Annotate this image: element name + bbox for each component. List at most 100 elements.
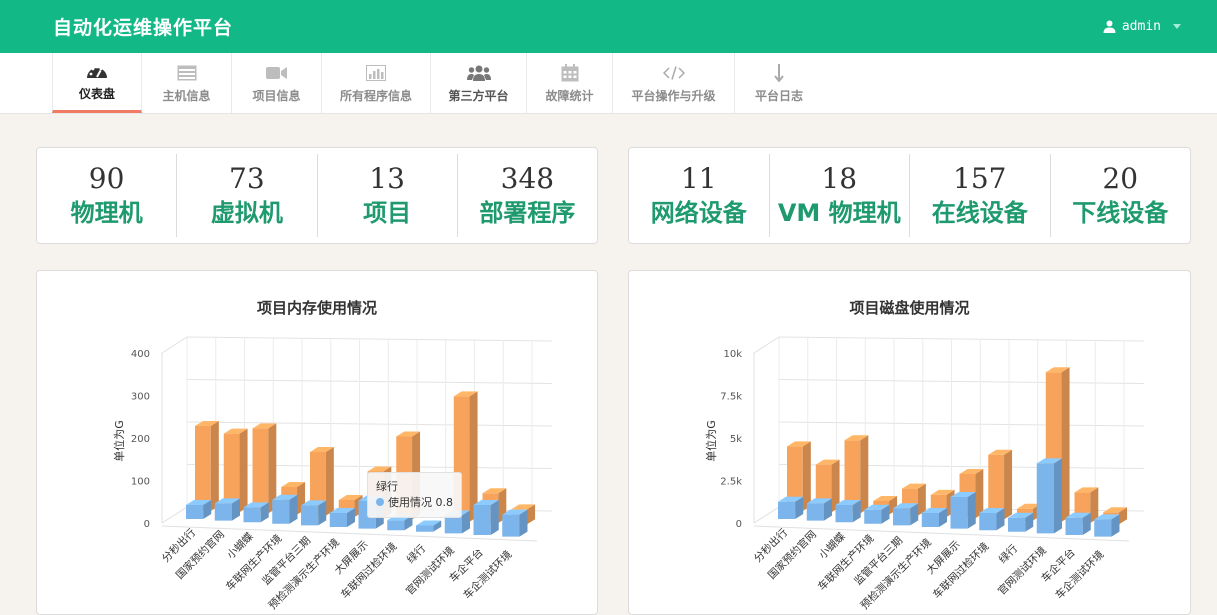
nav-platform-ops[interactable]: 平台操作与升级 [613,53,735,113]
bar-series1 [921,513,939,527]
memory-usage-chart[interactable]: 0100200300400单位为G分秒出行国家预约官网小蝴蝶车联网生产环境监管平… [37,271,598,615]
stat-label: 项目 [363,198,412,227]
stat-vm-physical[interactable]: 18 VM 物理机 [770,154,910,237]
bar-series1 [214,503,232,521]
y-axis-title: 单位为G [704,420,718,462]
dashboard-icon [86,61,108,81]
bar-series1 [329,513,347,527]
nav-projects[interactable]: 项目信息 [232,53,322,113]
stat-value: 13 [369,161,405,195]
nav-programs[interactable]: 所有程序信息 [322,53,431,113]
bar-series1 [272,499,290,524]
stat-deployed-programs[interactable]: 348 部署程序 [458,154,597,237]
bar-series1 [778,501,796,519]
stat-physical-machines[interactable]: 90 物理机 [37,154,178,237]
y-tick-label: 200 [131,434,150,445]
stat-projects[interactable]: 13 项目 [318,154,458,237]
grid-line [778,336,1145,342]
bar-series1 [387,520,405,531]
nav-label: 所有程序信息 [339,88,412,103]
users-group-icon [466,63,491,83]
y-tick-label: 400 [131,349,150,360]
stat-value: 157 [953,161,1007,195]
bar-series2-side [917,483,926,516]
y-axis-title: 单位为G [112,420,126,462]
main-nav: 仪表盘 主机信息 项目信息 所有程序信息 第三方平台 故障统计 平台操作与升级 … [0,53,1217,114]
server-list-icon [177,63,197,83]
bar-chart-icon [366,63,386,83]
nav-label: 平台日志 [754,88,803,103]
y-tick-label: 2.5k [720,477,742,488]
nav-label: 仪表盘 [78,87,115,101]
bar-series2-side [325,447,334,516]
stats-panel-right: 11 网络设备 18 VM 物理机 157 在线设备 20 下线设备 [628,147,1191,244]
bar-series1-side [490,500,499,535]
calendar-icon [561,63,579,83]
bar-series1 [301,505,319,526]
bar-series1-side [1054,458,1062,534]
grid-line [161,506,188,524]
stat-value: 18 [821,161,858,195]
bar-series1 [979,513,997,531]
bar-series2-side [802,441,811,511]
bar-series2-side [1061,367,1070,522]
nav-hosts[interactable]: 主机信息 [142,53,232,113]
stat-value: 11 [680,161,717,195]
bar-series2-side [469,391,478,522]
nav-third-party[interactable]: 第三方平台 [431,53,527,113]
bar-series2 [195,426,211,511]
stat-label: 虚拟机 [210,198,283,227]
arrow-down-icon [773,63,785,83]
y-tick-label: 5k [730,434,742,445]
bar-series1 [1036,463,1054,534]
x-category-label: 车联网生产环境 [815,532,876,593]
grid-line [161,336,188,354]
stat-value: 73 [229,161,265,195]
tooltip-row: 使用情况 0.8 [376,495,453,511]
user-menu[interactable]: admin [1103,19,1181,34]
grid-line [186,421,553,427]
nav-label: 故障统计 [545,88,594,103]
y-tick-label: 10k [723,349,742,360]
top-header: 自动化运维操作平台 admin [0,0,1217,53]
memory-chart-panel: 项目内存使用情况 0 100 200 300 400 单位为G 分秒出行 国家预约官网 小蝴蝶车… [36,270,598,615]
code-icon [662,63,685,83]
stat-virtual-machines[interactable]: 73 虚拟机 [177,154,318,237]
stats-panel-left: 90 物理机 73 虚拟机 13 项目 348 部署程序 [36,147,598,244]
y-tick-label: 0 [736,519,742,530]
bar-series1 [444,515,462,534]
tooltip-value: 0.8 [435,496,454,509]
bar-series1 [835,505,853,523]
nav-faults[interactable]: 故障统计 [527,53,613,113]
user-icon [1103,20,1116,33]
stat-network-devices[interactable]: 11 网络设备 [629,154,770,237]
stat-label: 在线设备 [931,198,1028,227]
tooltip-category: 绿行 [376,480,398,493]
grid-line [753,506,780,524]
grid-line [778,379,1145,384]
grid-line [753,336,780,354]
stat-label: 网络设备 [650,198,747,227]
stat-label: 下线设备 [1072,198,1169,227]
bar-series1 [893,508,911,526]
nav-label: 平台操作与升级 [631,88,716,103]
y-tick-label: 0 [144,519,150,530]
bar-series2 [252,428,269,514]
disk-usage-chart[interactable]: 02.5k5k7.5k10k单位为G分秒出行国家预约官网小蝴蝶车联网生产环境监管… [629,271,1191,615]
stat-value: 90 [88,161,125,195]
nav-logs[interactable]: 平台日志 [735,53,823,113]
bar-series1 [950,497,968,529]
bar-series1 [1094,519,1112,537]
bar-series1 [864,509,882,524]
stat-offline-devices[interactable]: 20 下线设备 [1051,154,1191,237]
nav-label: 主机信息 [162,88,211,103]
bar-series2-side [1004,449,1013,520]
bar-series1 [243,507,261,523]
y-tick-label: 300 [131,392,150,403]
app-title: 自动化运维操作平台 [53,17,234,39]
bar-series2-side [239,428,248,513]
stat-label: 部署程序 [479,198,576,227]
x-category-label: 车联网过检环境 [338,540,399,601]
stat-online-devices[interactable]: 157 在线设备 [910,154,1051,237]
nav-dashboard[interactable]: 仪表盘 [52,53,142,113]
